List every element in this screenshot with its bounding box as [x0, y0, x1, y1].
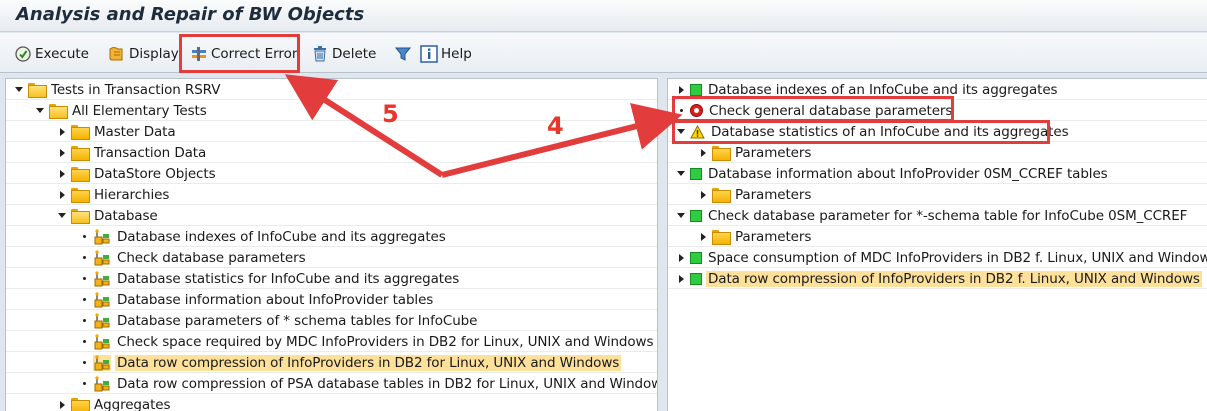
collapse-toggle[interactable] [57, 213, 67, 218]
result-node[interactable]: Database indexes of an InfoCube and its … [668, 79, 1207, 100]
test-item[interactable]: Check database parameters [6, 247, 657, 268]
test-icon [94, 228, 110, 244]
folder-icon [71, 125, 90, 140]
test-item[interactable]: Database indexes of InfoCube and its agg… [6, 226, 657, 247]
collapse-toggle[interactable] [676, 171, 686, 176]
folder-icon [71, 398, 90, 411]
folder-icon [71, 146, 90, 161]
folder-open-icon [49, 104, 68, 119]
folder-icon [712, 188, 731, 203]
correct-error-button[interactable]: Correct Error [190, 43, 297, 65]
expand-toggle[interactable] [57, 127, 67, 136]
display-label: Display [129, 46, 179, 62]
delete-label: Delete [332, 46, 377, 62]
expand-toggle[interactable] [698, 190, 708, 199]
step-5-label: 5 [382, 100, 399, 128]
title-bar: Analysis and Repair of BW Objects [0, 0, 1207, 32]
folder-open-icon [28, 83, 47, 98]
collapse-toggle[interactable] [14, 87, 24, 92]
result-node[interactable]: Check database parameter for *-schema ta… [668, 205, 1207, 226]
test-item[interactable]: Database information about InfoProvider … [6, 289, 657, 310]
test-icon [94, 312, 110, 328]
expand-toggle[interactable] [698, 148, 708, 157]
tree-node[interactable]: Hierarchies [6, 184, 657, 205]
filter-icon [394, 47, 412, 61]
status-warning-icon [690, 124, 705, 138]
test-icon [94, 291, 110, 307]
expand-toggle[interactable] [57, 169, 67, 178]
correct-error-icon [192, 47, 206, 61]
delete-button[interactable]: Delete [311, 43, 376, 65]
test-item[interactable]: Database statistics for InfoCube and its… [6, 268, 657, 289]
result-node[interactable]: Space consumption of MDC InfoProviders i… [668, 247, 1207, 268]
parameters-node[interactable]: Parameters [668, 184, 1207, 205]
test-icon [93, 354, 111, 371]
collapse-toggle[interactable] [35, 108, 45, 113]
execute-button[interactable]: Execute [14, 43, 89, 65]
result-node[interactable]: Database information about InfoProvider … [668, 163, 1207, 184]
step-4-label: 4 [547, 112, 564, 140]
status-error-icon [690, 104, 703, 117]
correct-error-label: Correct Error [211, 46, 298, 62]
tree-node[interactable]: Transaction Data [6, 142, 657, 163]
tree-node[interactable]: Aggregates [6, 394, 657, 411]
window-title: Analysis and Repair of BW Objects [16, 4, 365, 25]
folder-icon [71, 167, 90, 182]
info-icon [420, 45, 438, 63]
expand-toggle[interactable] [698, 232, 708, 241]
test-icon [94, 249, 110, 265]
tree-node[interactable]: DataStore Objects [6, 163, 657, 184]
test-item[interactable]: Check space required by MDC InfoProvider… [6, 331, 657, 352]
folder-icon [712, 146, 731, 161]
test-icon [94, 333, 110, 349]
parameters-node[interactable]: Parameters [668, 142, 1207, 163]
expand-toggle[interactable] [57, 400, 67, 409]
help-label: Help [441, 46, 472, 62]
toolbar: Execute Display Correct Error Delete Hel… [0, 33, 1207, 73]
test-item[interactable]: Database parameters of * schema tables f… [6, 310, 657, 331]
collapse-toggle[interactable] [676, 213, 686, 218]
execute-label: Execute [35, 46, 89, 62]
collapse-toggle[interactable] [676, 129, 686, 134]
expand-toggle[interactable] [57, 148, 67, 157]
result-node[interactable]: Check general database parameters [668, 100, 1207, 121]
parameters-node[interactable]: Parameters [668, 226, 1207, 247]
folder-icon [712, 230, 731, 245]
test-item[interactable]: Data row compression of PSA database tab… [6, 373, 657, 394]
trash-icon [314, 46, 326, 62]
folder-open-icon [71, 209, 90, 224]
result-node[interactable]: Database statistics of an InfoCube and i… [668, 121, 1207, 142]
tree-node[interactable]: Tests in Transaction RSRV [6, 79, 657, 100]
expand-toggle[interactable] [676, 253, 686, 262]
status-ok-icon [690, 167, 702, 180]
expand-toggle[interactable] [57, 190, 67, 199]
test-icon [94, 270, 110, 286]
status-ok-icon [690, 83, 702, 96]
test-icon [94, 375, 110, 391]
test-item-selected[interactable]: Data row compression of InfoProviders in… [6, 352, 657, 373]
display-icon [109, 47, 123, 61]
expand-toggle[interactable] [676, 85, 686, 94]
display-button[interactable]: Display [108, 43, 179, 65]
status-ok-icon [690, 251, 702, 264]
status-ok-icon [690, 209, 702, 222]
tree-node[interactable]: Database [6, 205, 657, 226]
folder-icon [71, 188, 90, 203]
filter-button[interactable] [394, 43, 412, 65]
help-button[interactable]: Help [420, 43, 472, 65]
result-node-selected[interactable]: Data row compression of InfoProviders in… [668, 268, 1207, 289]
test-results-tree: Database indexes of an InfoCube and its … [667, 78, 1207, 411]
status-ok-icon [690, 272, 702, 285]
expand-toggle[interactable] [676, 274, 686, 283]
execute-icon [15, 46, 31, 62]
